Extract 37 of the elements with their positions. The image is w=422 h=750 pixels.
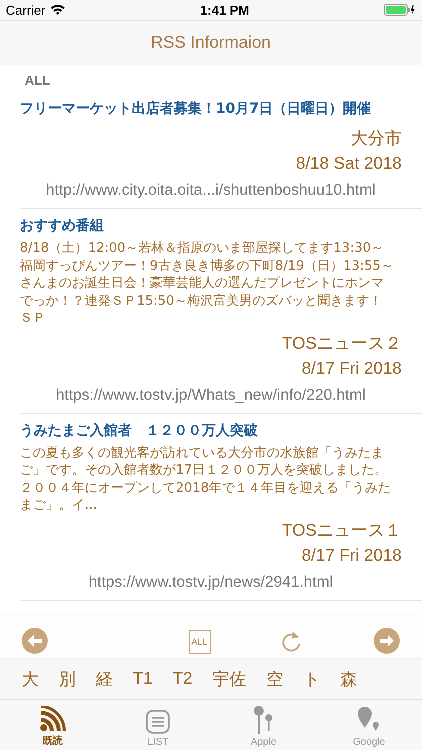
- filter-all-button[interactable]: ALL: [188, 630, 211, 654]
- category-button[interactable]: T1: [123, 669, 163, 689]
- carrier-label: Carrier: [6, 2, 46, 18]
- battery-icon: [384, 4, 416, 16]
- tab-item[interactable]: Google: [316, 700, 422, 750]
- article-description: この夏も多くの観光客が訪れている大分市の水族館「うみたまご」です。その入館者数が17日１２００万人を突破しました。２００４年にオープンして2018年で１４年目を迎える「うみたまご」。イ...: [20, 444, 392, 514]
- category-button[interactable]: 宇佐: [202, 668, 257, 690]
- article-source: TOSニュース２: [282, 334, 402, 352]
- tab-item[interactable]: Apple: [211, 700, 316, 750]
- wifi-icon: [50, 4, 66, 16]
- article-title[interactable]: おすすめ番組: [20, 215, 402, 240]
- article-title[interactable]: フリーマーケット出店者募集！10月7日（日曜日）開催: [20, 98, 402, 123]
- article-date: 8/17 Fri 2018: [302, 358, 402, 378]
- tab-item[interactable]: 既読: [0, 700, 106, 750]
- article-source: 大分市: [351, 129, 402, 148]
- category-button[interactable]: 別: [49, 668, 86, 690]
- article-description: 8/18（土）12:00～若林＆指原のいま部屋探してます13:30～福岡すっぴんツアー！9古き良き博多の下町8/19（日）13:55～さんまのお誕生日会！豪華芸能人の選んだプレゼントにホンマでっか！？連発ＳＰ15:50～梅沢富美男のズバッと聞きます！ＳＰ: [20, 240, 395, 328]
- article-source: TOSニュース１: [282, 520, 402, 540]
- section-header: ALL: [24, 72, 52, 90]
- nav-title: RSS Informaion: [151, 33, 271, 53]
- rss-icon: [40, 706, 66, 732]
- category-button[interactable]: ト: [294, 668, 331, 690]
- category-button[interactable]: 森: [330, 668, 368, 690]
- tab-item[interactable]: LIST: [106, 700, 211, 750]
- article-title[interactable]: うみたまご入館者 １２００万人突破: [20, 420, 402, 444]
- category-button[interactable]: 経: [86, 668, 123, 690]
- category-button[interactable]: 大: [12, 668, 49, 690]
- refresh-icon[interactable]: [281, 630, 304, 654]
- list-icon: [145, 709, 172, 735]
- article-url[interactable]: http://www.city.oita.oita...i/shuttenboshuu10.html: [46, 182, 376, 199]
- article-date: 8/18 Sat 2018: [296, 154, 402, 173]
- status-time: 1:41 PM: [200, 2, 250, 18]
- article-url[interactable]: https://www.tostv.jp/Whats_new/info/220.html: [56, 386, 366, 404]
- article-date: 8/17 Fri 2018: [302, 546, 402, 564]
- category-button[interactable]: 空: [256, 668, 294, 690]
- category-button[interactable]: T2: [162, 669, 203, 689]
- article-url[interactable]: https://www.tostv.jp/news/2941.html: [88, 574, 334, 590]
